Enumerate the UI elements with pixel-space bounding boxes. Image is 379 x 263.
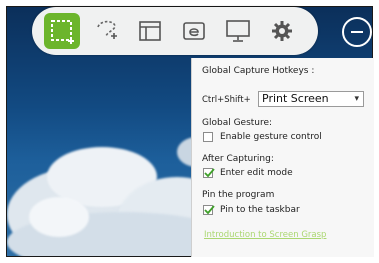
monitor-icon <box>226 20 250 42</box>
gesture-heading: Global Gesture: <box>202 118 273 128</box>
taskbar-label: Pin to the taskbar <box>220 205 300 215</box>
chevron-down-icon: ▾ <box>354 94 359 104</box>
browser-capture-button[interactable] <box>176 13 212 49</box>
window-icon <box>139 21 161 41</box>
rectangle-select-icon <box>51 20 74 44</box>
settings-button[interactable] <box>264 13 300 49</box>
fullscreen-capture-button[interactable] <box>220 13 256 49</box>
introduction-link[interactable]: Introduction to Screen Grasp <box>204 230 326 240</box>
checkmark-icon <box>204 168 215 178</box>
gesture-checkbox[interactable] <box>203 132 213 142</box>
cloud <box>29 197 89 237</box>
minimize-button[interactable] <box>342 17 372 47</box>
hotkey-select[interactable]: Print Screen ▾ <box>258 91 364 107</box>
after-capture-heading: After Capturing: <box>202 154 274 164</box>
edit-mode-checkbox[interactable] <box>203 168 215 178</box>
window-capture-button[interactable] <box>132 13 168 49</box>
pin-heading: Pin the program <box>202 190 275 200</box>
lasso-select-icon <box>97 20 117 39</box>
rectangle-capture-button[interactable] <box>44 13 80 49</box>
hotkey-select-value: Print Screen <box>262 92 329 105</box>
hotkey-prefix-label: Ctrl+Shift+ <box>202 95 251 105</box>
settings-panel: Global Capture Hotkeys : Ctrl+Shift+ Pri… <box>191 58 374 257</box>
hotkeys-heading: Global Capture Hotkeys : <box>202 66 315 76</box>
gesture-checkbox-label: Enable gesture control <box>220 132 322 142</box>
browser-e-icon <box>183 22 205 40</box>
taskbar-checkbox[interactable] <box>203 205 215 215</box>
capture-toolbar <box>32 7 318 55</box>
edit-mode-label: Enter edit mode <box>220 168 293 178</box>
freeform-capture-button[interactable] <box>88 13 124 49</box>
checkmark-icon <box>204 205 215 215</box>
gear-icon <box>272 21 292 41</box>
